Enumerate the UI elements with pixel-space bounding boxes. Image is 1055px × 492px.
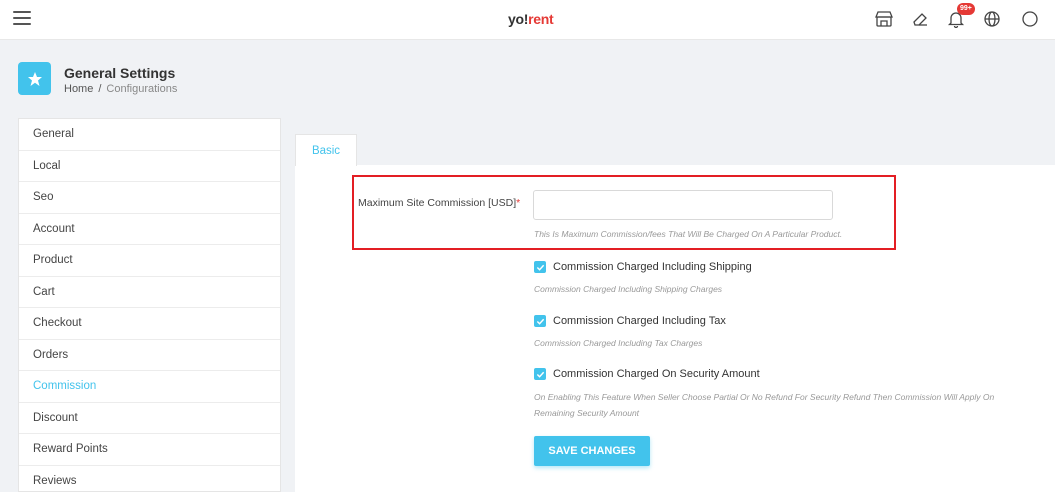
logo[interactable]: yo!rent	[508, 11, 554, 27]
store-icon[interactable]	[875, 10, 895, 30]
sidebar-item-local[interactable]: Local	[19, 151, 280, 182]
max-commission-label: Maximum Site Commission [USD]*	[358, 197, 520, 209]
logo-text-part2: rent	[528, 11, 554, 27]
sidebar-item-account[interactable]: Account	[19, 214, 280, 245]
checkbox-help-shipping: Commission Charged Including Shipping Ch…	[534, 284, 723, 294]
checkbox-label-security: Commission Charged On Security Amount	[553, 368, 760, 380]
breadcrumb-current: Configurations	[106, 83, 178, 95]
checkbox-row-security[interactable]: Commission Charged On Security Amount	[534, 368, 760, 380]
breadcrumb-home[interactable]: Home	[64, 83, 93, 95]
sidebar-item-reviews[interactable]: Reviews	[19, 466, 280, 492]
checkbox-help-security-line2: Remaining Security Amount	[534, 408, 640, 418]
sidebar-item-discount[interactable]: Discount	[19, 403, 280, 434]
sidebar-item-commission[interactable]: Commission	[19, 371, 280, 403]
checkbox-tax[interactable]	[534, 315, 546, 327]
logo-text-part1: yo!	[508, 11, 529, 27]
globe-icon[interactable]	[983, 10, 1003, 30]
sidebar-item-product[interactable]: Product	[19, 245, 280, 277]
save-changes-button[interactable]: SAVE CHANGES	[534, 436, 650, 466]
sidebar-item-cart[interactable]: Cart	[19, 277, 280, 308]
max-commission-label-text: Maximum Site Commission [USD]	[358, 197, 517, 209]
breadcrumb: Home / Configurations	[64, 83, 177, 95]
tab-strip: Basic	[295, 118, 1055, 166]
sidebar-item-orders[interactable]: Orders	[19, 340, 280, 371]
required-mark: *	[516, 197, 521, 209]
checkbox-shipping[interactable]	[534, 261, 546, 273]
top-bar: yo!rent 99+	[0, 0, 1055, 40]
page-title: General Settings	[64, 65, 176, 81]
sidebar-item-checkout[interactable]: Checkout	[19, 308, 280, 340]
eraser-icon[interactable]	[911, 10, 931, 30]
breadcrumb-separator: /	[98, 83, 102, 95]
checkbox-row-shipping[interactable]: Commission Charged Including Shipping	[534, 261, 752, 273]
max-commission-input[interactable]	[533, 190, 833, 220]
checkbox-label-shipping: Commission Charged Including Shipping	[553, 261, 752, 273]
checkbox-label-tax: Commission Charged Including Tax	[553, 315, 726, 327]
bell-icon[interactable]: 99+	[947, 3, 975, 30]
settings-panel: Basic Maximum Site Commission [USD]* Thi…	[295, 118, 1055, 492]
top-icons: 99+	[855, 0, 1055, 40]
menu-icon[interactable]	[13, 11, 31, 25]
checkbox-row-tax[interactable]: Commission Charged Including Tax	[534, 315, 726, 327]
sidebar-item-seo[interactable]: Seo	[19, 182, 280, 214]
checkbox-security[interactable]	[534, 368, 546, 380]
tab-basic[interactable]: Basic	[295, 134, 357, 166]
user-icon[interactable]	[1021, 10, 1041, 30]
checkbox-help-security: On Enabling This Feature When Seller Cho…	[534, 392, 995, 402]
checkbox-help-tax: Commission Charged Including Tax Charges	[534, 338, 703, 348]
sidebar-item-reward-points[interactable]: Reward Points	[19, 434, 280, 466]
settings-sidebar: General Local Seo Account Product Cart C…	[18, 118, 281, 492]
sidebar-item-general[interactable]: General	[19, 119, 280, 151]
max-commission-help: This Is Maximum Commission/fees That Wil…	[534, 229, 843, 239]
notification-badge: 99+	[957, 3, 975, 15]
star-icon	[18, 62, 51, 95]
